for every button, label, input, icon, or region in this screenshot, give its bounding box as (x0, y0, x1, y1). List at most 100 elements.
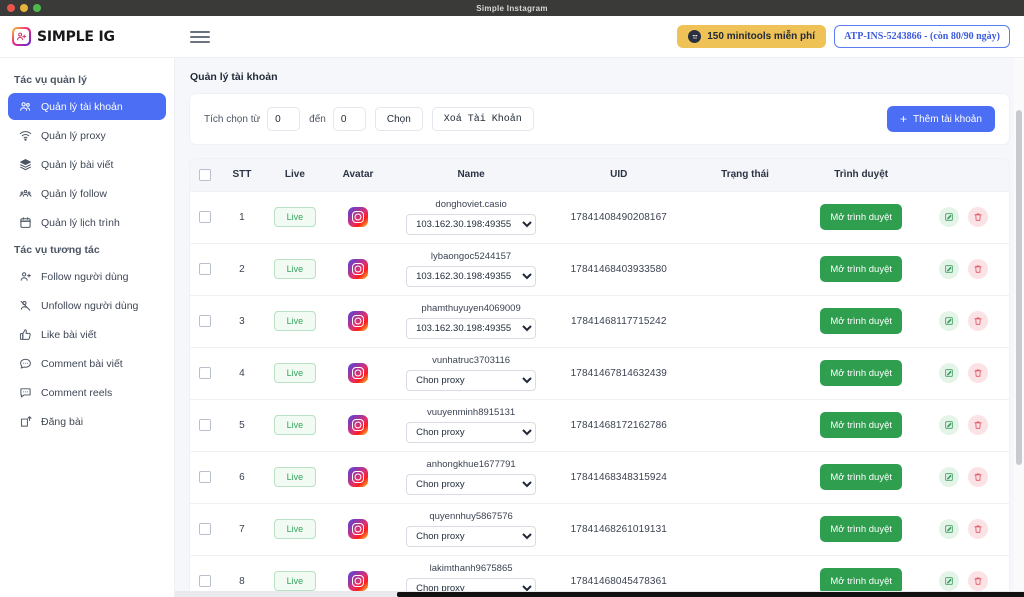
sidebar-item-quan-ly-follow[interactable]: Quản lý follow (8, 180, 166, 207)
row-select-cell (190, 451, 221, 504)
open-browser-button[interactable]: Mở trình duyệt (820, 204, 903, 230)
instagram-icon (348, 415, 369, 435)
live-badge[interactable]: Live (273, 571, 316, 591)
row-checkbox[interactable] (199, 367, 212, 379)
pencil-square-icon[interactable] (938, 571, 959, 591)
table-row[interactable]: 2 Live lybaongoc5244157 103.162.30.198:4935… (190, 243, 1009, 296)
row-username: donghoviet.casio (435, 199, 507, 210)
window-title: Simple Instagram (476, 3, 548, 13)
open-browser-button[interactable]: Mở trình duyệt (820, 256, 903, 282)
sidebar-item-quan-ly-tai-khoan[interactable]: Quản lý tài khoản (8, 93, 166, 120)
choose-button[interactable]: Chọn (374, 107, 423, 131)
calendar-icon (18, 216, 32, 230)
row-proxy-select[interactable]: Chon proxy (406, 370, 537, 391)
open-browser-button[interactable]: Mở trình duyệt (820, 516, 903, 542)
sidebar-item-quan-ly-proxy[interactable]: Quản lý proxy (8, 122, 166, 149)
pencil-square-icon[interactable] (938, 467, 959, 487)
row-select-cell (190, 243, 221, 296)
row-browser-cell: Mở trình duyệt (805, 399, 918, 452)
live-badge[interactable]: Live (273, 415, 316, 435)
select-all-checkbox[interactable] (199, 168, 212, 181)
open-browser-button[interactable]: Mở trình duyệt (820, 412, 903, 438)
row-stt: 6 (220, 451, 264, 504)
header-name[interactable]: Name (389, 159, 553, 192)
row-checkbox[interactable] (199, 211, 212, 223)
live-badge[interactable]: Live (273, 207, 316, 227)
header-live[interactable]: Live (263, 159, 327, 192)
table-row[interactable]: 7 Live quyennhuy5867576 Chon proxy 178414682… (190, 503, 1009, 556)
sidebar-item-dang-bai[interactable]: Đăng bài (8, 408, 166, 435)
live-badge[interactable]: Live (273, 259, 316, 279)
table-row[interactable]: 1 Live donghoviet.casio 103.162.30.198:4935… (190, 191, 1009, 244)
row-proxy-select[interactable]: Chon proxy (406, 474, 537, 495)
sidebar-item-comment-reels[interactable]: Comment reels (8, 379, 166, 406)
row-checkbox[interactable] (199, 315, 212, 327)
pencil-square-icon[interactable] (938, 415, 959, 435)
open-browser-button[interactable]: Mở trình duyệt (820, 464, 903, 490)
trash-icon[interactable] (967, 363, 988, 383)
add-account-button[interactable]: + Thêm tài khoản (886, 106, 995, 132)
sidebar-item-quan-ly-bai-viet[interactable]: Quản lý bài viết (8, 151, 166, 178)
delete-accounts-button[interactable]: Xoá Tài Khoản (431, 107, 534, 131)
row-uid: 17841468348315924 (552, 451, 685, 504)
live-badge[interactable]: Live (273, 467, 316, 487)
trash-icon[interactable] (967, 207, 988, 227)
table-row[interactable]: 3 Live phamthuyuyen4069009 103.162.30.198:4… (190, 295, 1009, 348)
instagram-icon (348, 311, 369, 331)
minitools-button[interactable]: 150 minitools miễn phí (677, 25, 827, 48)
pencil-square-icon[interactable] (938, 519, 959, 539)
trash-icon[interactable] (967, 467, 988, 487)
header-trinh-duyet[interactable]: Trình duyệt (805, 159, 918, 192)
row-proxy-select[interactable]: 103.162.30.198:49355 (406, 214, 537, 235)
header-trang-thai[interactable]: Trạng thái (684, 159, 806, 192)
trash-icon[interactable] (967, 415, 988, 435)
pencil-square-icon[interactable] (938, 259, 959, 279)
trash-icon[interactable] (967, 571, 988, 591)
select-from-input[interactable] (267, 107, 301, 131)
row-username: anhongkhue1677791 (426, 459, 516, 470)
pencil-square-icon[interactable] (938, 311, 959, 331)
row-proxy-select[interactable]: 103.162.30.198:49355 (406, 318, 537, 339)
row-checkbox[interactable] (199, 419, 212, 431)
pencil-square-icon[interactable] (938, 363, 959, 383)
row-checkbox[interactable] (199, 523, 212, 535)
hamburger-icon[interactable] (190, 30, 210, 43)
row-username: quyennhuy5867576 (429, 511, 513, 522)
brand[interactable]: SIMPLE IG (0, 27, 175, 46)
license-badge[interactable]: ATP-INS-5243866 - (còn 80/90 ngày) (834, 25, 1010, 48)
user-plus-icon (18, 270, 32, 284)
row-checkbox[interactable] (199, 263, 212, 275)
add-account-label: Thêm tài khoản (913, 113, 982, 125)
table-row[interactable]: 4 Live vunhatruc3703116 Chon proxy 178414678… (190, 347, 1009, 400)
trash-icon[interactable] (967, 259, 988, 279)
live-badge[interactable]: Live (273, 519, 316, 539)
trash-icon[interactable] (967, 519, 988, 539)
sidebar-item-like-bai-viet[interactable]: Like bài viết (8, 321, 166, 348)
pencil-square-icon[interactable] (938, 207, 959, 227)
open-browser-button[interactable]: Mở trình duyệt (820, 360, 903, 386)
row-name-cell: vuuyenminh8915131 Chon proxy (389, 399, 553, 452)
vertical-scrollbar-thumb[interactable] (1015, 110, 1022, 465)
row-proxy-select[interactable]: 103.162.30.198:49355 (406, 266, 537, 287)
live-badge[interactable]: Live (273, 363, 316, 383)
open-browser-button[interactable]: Mở trình duyệt (820, 308, 903, 334)
trash-icon[interactable] (967, 311, 988, 331)
accounts-table: STT Live Avatar Name UID Trạng thái Trìn… (190, 159, 1009, 596)
wifi-icon (18, 129, 32, 143)
row-checkbox[interactable] (199, 575, 212, 587)
row-proxy-select[interactable]: Chon proxy (406, 526, 537, 547)
select-to-input[interactable] (332, 107, 366, 131)
sidebar-item-quan-ly-lich-trinh[interactable]: Quản lý lịch trình (8, 209, 166, 236)
header-avatar[interactable]: Avatar (326, 159, 390, 192)
row-proxy-select[interactable]: Chon proxy (406, 422, 537, 443)
horizontal-scrollbar-thumb[interactable] (397, 592, 1024, 597)
sidebar-item-follow-nguoi-dung[interactable]: Follow người dùng (8, 263, 166, 290)
sidebar-item-comment-bai-viet[interactable]: Comment bài viết (8, 350, 166, 377)
table-row[interactable]: 6 Live anhongkhue1677791 Chon proxy 17841468… (190, 451, 1009, 504)
sidebar-item-unfollow-nguoi-dung[interactable]: Unfollow người dùng (8, 292, 166, 319)
row-checkbox[interactable] (199, 471, 212, 483)
table-row[interactable]: 5 Live vuuyenminh8915131 Chon proxy 17841468… (190, 399, 1009, 452)
header-uid[interactable]: UID (552, 159, 685, 192)
header-stt[interactable]: STT (220, 159, 264, 192)
live-badge[interactable]: Live (273, 311, 316, 331)
